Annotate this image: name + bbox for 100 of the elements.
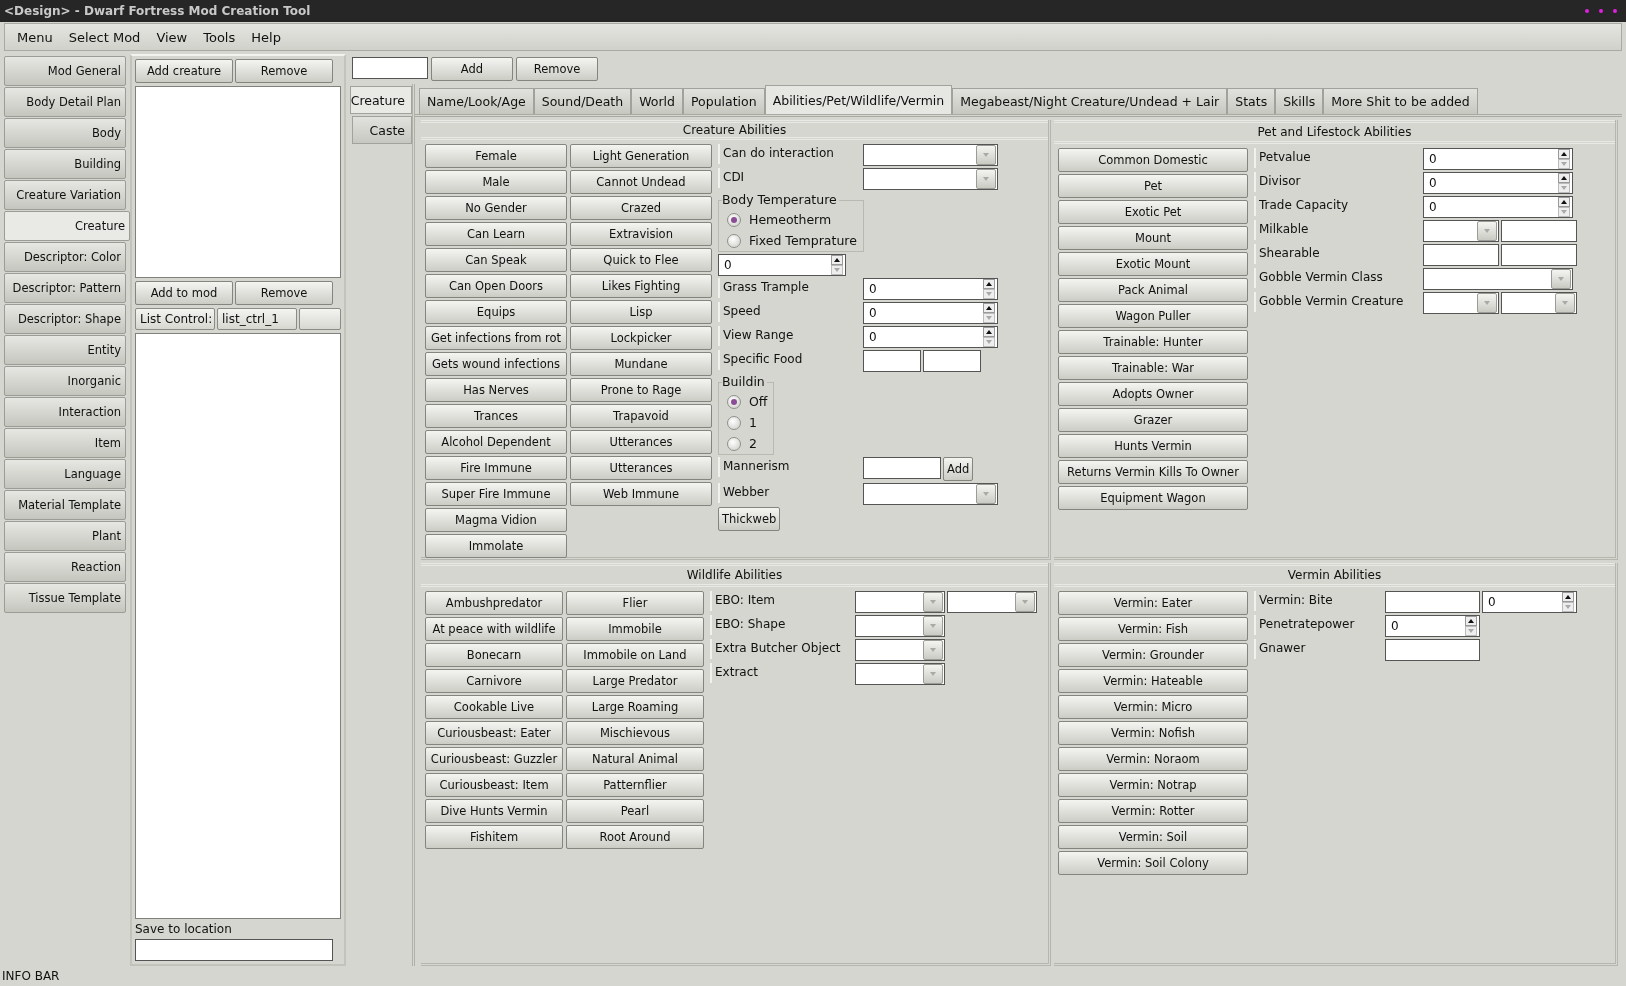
- column-header[interactable]: List Control:: [135, 308, 215, 330]
- tab[interactable]: Stats: [1227, 88, 1276, 114]
- radio-option[interactable]: Fixed Temprature: [727, 232, 857, 249]
- radio-option[interactable]: Off: [727, 393, 768, 410]
- ability-toggle-button[interactable]: Hunts Vermin: [1058, 434, 1248, 458]
- spin-arrows-icon[interactable]: [983, 303, 995, 323]
- menu-item[interactable]: Menu: [9, 29, 61, 45]
- tab[interactable]: Skills: [1275, 88, 1324, 114]
- spin-arrows-icon[interactable]: [1558, 173, 1570, 193]
- radio-icon[interactable]: [727, 415, 741, 430]
- spin-field[interactable]: 0: [1385, 615, 1480, 637]
- tab[interactable]: Population: [682, 88, 765, 114]
- ability-toggle-button[interactable]: Common Domestic: [1058, 148, 1248, 172]
- ability-toggle-button[interactable]: Large Roaming: [566, 695, 704, 719]
- ability-toggle-button[interactable]: Vermin: Fish: [1058, 617, 1248, 641]
- ability-toggle-button[interactable]: Ambushpredator: [425, 591, 563, 615]
- radio-option[interactable]: 2: [727, 435, 768, 452]
- dropdown-field[interactable]: [1423, 268, 1573, 290]
- spin-arrows-icon[interactable]: [1558, 197, 1570, 217]
- ability-toggle-button[interactable]: Fire Immune: [425, 456, 567, 480]
- ability-toggle-button[interactable]: Immobile: [566, 617, 704, 641]
- tab[interactable]: Megabeast/Night Creature/Undead + Lair: [952, 88, 1228, 114]
- ability-toggle-button[interactable]: Trapavoid: [570, 404, 712, 428]
- dropdown-field[interactable]: [1423, 220, 1499, 242]
- radio-icon[interactable]: [727, 394, 741, 409]
- sidebar-tab[interactable]: Body: [4, 118, 126, 148]
- menu-item[interactable]: Tools: [195, 29, 244, 45]
- ability-toggle-button[interactable]: Vermin: Micro: [1058, 695, 1248, 719]
- ability-toggle-button[interactable]: Male: [425, 170, 567, 194]
- ability-toggle-button[interactable]: Vermin: Soil Colony: [1058, 851, 1248, 875]
- ability-toggle-button[interactable]: Cookable Live: [425, 695, 563, 719]
- ability-toggle-button[interactable]: Mount: [1058, 226, 1248, 250]
- ability-toggle-button[interactable]: Vermin: Nofish: [1058, 721, 1248, 745]
- ability-toggle-button[interactable]: Vermin: Noraom: [1058, 747, 1248, 771]
- dropdown-field[interactable]: [863, 168, 998, 190]
- ability-toggle-button[interactable]: Lockpicker: [570, 326, 712, 350]
- ability-toggle-button[interactable]: Exotic Pet: [1058, 200, 1248, 224]
- input-field[interactable]: [1501, 220, 1577, 242]
- input-field[interactable]: [1501, 244, 1577, 266]
- input-field[interactable]: [923, 350, 981, 372]
- dropdown-field[interactable]: [863, 483, 998, 505]
- sidebar-tab[interactable]: Inorganic: [4, 366, 126, 396]
- sidebar-tab[interactable]: Creature: [4, 211, 130, 241]
- input-field[interactable]: [1385, 639, 1480, 661]
- sidebar-tab[interactable]: Mod General: [4, 56, 126, 86]
- thickweb-button[interactable]: Thickweb: [718, 507, 781, 531]
- creature-list[interactable]: [135, 86, 341, 278]
- sidebar-tab[interactable]: Descriptor: Shape: [4, 304, 126, 334]
- spin-arrows-icon[interactable]: [983, 327, 995, 347]
- ability-toggle-button[interactable]: Exotic Mount: [1058, 252, 1248, 276]
- column-header[interactable]: list_ctrl_1: [217, 308, 297, 330]
- sidebar-tab[interactable]: Material Template: [4, 490, 126, 520]
- ability-toggle-button[interactable]: Returns Vermin Kills To Owner: [1058, 460, 1248, 484]
- ability-toggle-button[interactable]: Alcohol Dependent: [425, 430, 567, 454]
- column-header[interactable]: [299, 308, 341, 330]
- radio-icon[interactable]: [727, 212, 741, 227]
- spin-field[interactable]: 0: [863, 326, 998, 348]
- toolbar-button[interactable]: Add: [431, 57, 513, 81]
- ability-toggle-button[interactable]: Pearl: [566, 799, 704, 823]
- ability-toggle-button[interactable]: Get infections from rot: [425, 326, 567, 350]
- ability-toggle-button[interactable]: Extravision: [570, 222, 712, 246]
- ability-toggle-button[interactable]: Wagon Puller: [1058, 304, 1248, 328]
- ability-toggle-button[interactable]: Trances: [425, 404, 567, 428]
- menu-item[interactable]: Select Mod: [60, 29, 149, 45]
- spin-field[interactable]: 0: [1423, 196, 1573, 218]
- radio-icon[interactable]: [727, 233, 741, 248]
- ability-toggle-button[interactable]: Pack Animal: [1058, 278, 1248, 302]
- dropdown-field[interactable]: [855, 615, 945, 637]
- ability-toggle-button[interactable]: Lisp: [570, 300, 712, 324]
- radio-option[interactable]: 1: [727, 414, 768, 431]
- sidebar-tab[interactable]: Reaction: [4, 552, 126, 582]
- sidebar-tab[interactable]: Building: [4, 149, 126, 179]
- spin-arrows-icon[interactable]: [1465, 616, 1477, 636]
- input-field[interactable]: [1423, 244, 1499, 266]
- input-field[interactable]: [135, 939, 333, 961]
- ability-toggle-button[interactable]: Light Generation: [570, 144, 712, 168]
- side-tab[interactable]: Caste: [352, 116, 412, 144]
- toolbar-button[interactable]: Remove: [516, 57, 598, 81]
- ability-toggle-button[interactable]: Equipment Wagon: [1058, 486, 1248, 510]
- dropdown-field[interactable]: [863, 144, 998, 166]
- ability-toggle-button[interactable]: Flier: [566, 591, 704, 615]
- list-action-button[interactable]: Remove: [235, 281, 333, 305]
- ability-toggle-button[interactable]: Utterances: [570, 456, 712, 480]
- ability-toggle-button[interactable]: Utterances: [570, 430, 712, 454]
- ability-toggle-button[interactable]: Carnivore: [425, 669, 563, 693]
- sidebar-tab[interactable]: Descriptor: Color: [4, 242, 126, 272]
- dropdown-field[interactable]: [855, 591, 945, 613]
- ability-toggle-button[interactable]: Bonecarn: [425, 643, 563, 667]
- ability-toggle-button[interactable]: Dive Hunts Vermin: [425, 799, 563, 823]
- input-field[interactable]: [863, 350, 921, 372]
- ability-toggle-button[interactable]: Adopts Owner: [1058, 382, 1248, 406]
- add-button[interactable]: Add: [943, 457, 974, 481]
- ability-toggle-button[interactable]: Vermin: Eater: [1058, 591, 1248, 615]
- ability-toggle-button[interactable]: Female: [425, 144, 567, 168]
- ability-toggle-button[interactable]: Can Learn: [425, 222, 567, 246]
- input-field[interactable]: [352, 57, 428, 79]
- ability-toggle-button[interactable]: Likes Fighting: [570, 274, 712, 298]
- list-action-button[interactable]: Remove: [235, 59, 333, 83]
- ability-toggle-button[interactable]: Quick to Flee: [570, 248, 712, 272]
- ability-toggle-button[interactable]: Equips: [425, 300, 567, 324]
